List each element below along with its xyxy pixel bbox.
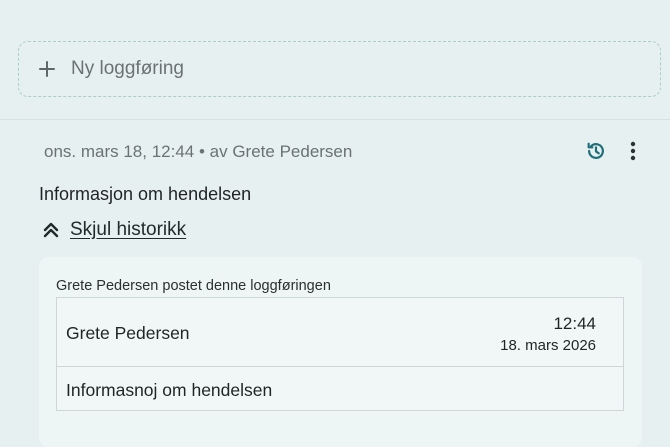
hide-history-toggle[interactable]: Skjul historikk [40,210,186,250]
history-content: Informasnoj om hendelsen [66,380,273,400]
history-button[interactable] [583,140,609,166]
history-card: Grete Pedersen 12:44 18. mars 2026 Infor… [56,297,624,411]
history-time: 12:44 [553,314,596,333]
history-card-header: Grete Pedersen 12:44 18. mars 2026 [57,298,623,367]
more-options-button[interactable] [622,140,644,166]
more-vertical-icon [630,141,636,166]
new-log-entry-label: Ny loggføring [71,58,184,79]
history-author: Grete Pedersen [66,323,190,343]
chevrons-up-icon [40,219,62,241]
divider [0,119,670,120]
entry-text: Informasjon om hendelsen [39,184,252,204]
history-panel: Grete Pedersen postet denne loggføringen… [39,257,642,447]
history-caption: Grete Pedersen postet denne loggføringen [56,278,331,294]
plus-icon [38,60,56,78]
history-date: 18. mars 2026 [500,337,596,354]
new-log-entry-button[interactable]: Ny loggføring [18,41,661,97]
hide-history-label: Skjul historikk [70,219,187,240]
history-icon [585,140,607,167]
entry-meta: ons. mars 18, 12:44 • av Grete Pedersen [44,142,353,161]
